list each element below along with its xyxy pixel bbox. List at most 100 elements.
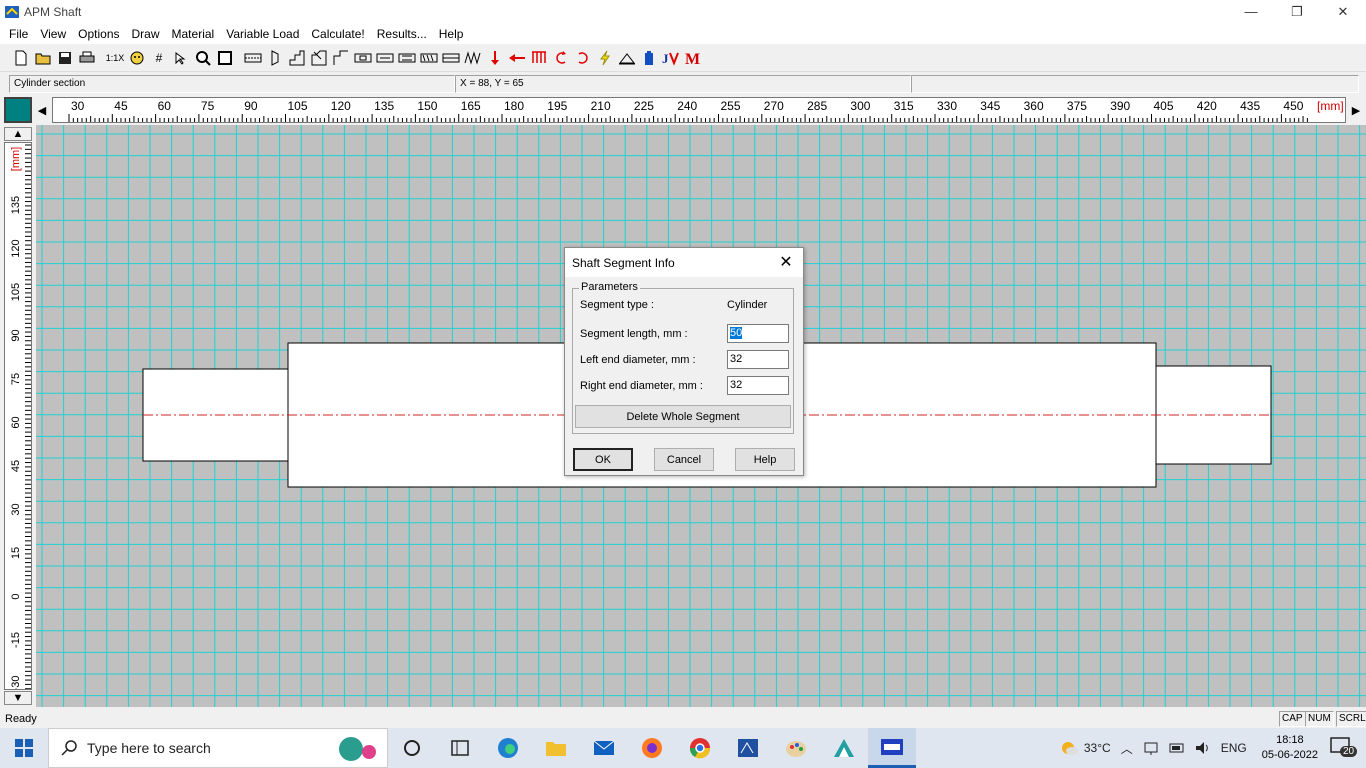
groove-icon[interactable] bbox=[330, 47, 352, 69]
menu-variable-load[interactable]: Variable Load bbox=[220, 27, 305, 41]
vertical-ruler: 135 120 105 90 75 60 45 30 15 0 -15 -30 [mm] bbox=[4, 142, 32, 691]
lightning-icon[interactable] bbox=[594, 47, 616, 69]
segment-length-input[interactable]: 50 bbox=[727, 324, 789, 343]
hruler-label: 135 bbox=[374, 99, 394, 113]
apm-shaft-taskbar-icon[interactable] bbox=[868, 728, 916, 768]
weather-temp[interactable]: 33°C bbox=[1084, 741, 1111, 755]
zoom-1x-icon[interactable]: 1:1X bbox=[104, 47, 126, 69]
menu-view[interactable]: View bbox=[34, 27, 72, 41]
menu-calculate[interactable]: Calculate! bbox=[305, 27, 370, 41]
moment-icon[interactable] bbox=[506, 47, 528, 69]
hruler-label: 60 bbox=[158, 99, 172, 113]
hruler-label: 150 bbox=[417, 99, 437, 113]
right-diameter-input[interactable]: 32 bbox=[727, 376, 789, 395]
save-icon[interactable] bbox=[54, 47, 76, 69]
calc-icon[interactable]: J bbox=[660, 47, 682, 69]
thread-icon[interactable] bbox=[396, 47, 418, 69]
notifications-count: 20 bbox=[1340, 746, 1358, 757]
gear-icon[interactable] bbox=[440, 47, 462, 69]
hruler-label: 270 bbox=[764, 99, 784, 113]
scroll-down-button[interactable]: ▼ bbox=[4, 691, 32, 705]
vruler-label: -30 bbox=[10, 676, 22, 689]
ruler-corner[interactable] bbox=[4, 97, 32, 123]
vruler-label: 90 bbox=[10, 329, 22, 341]
notifications-icon[interactable]: 20 bbox=[1328, 733, 1358, 763]
support-icon[interactable] bbox=[616, 47, 638, 69]
widgets-icon[interactable] bbox=[436, 728, 484, 768]
app-window-icon[interactable] bbox=[724, 728, 772, 768]
hole-icon[interactable] bbox=[462, 47, 484, 69]
toolbar: 1:1X # J M bbox=[0, 45, 1366, 72]
battery-icon[interactable] bbox=[1169, 740, 1185, 756]
select-icon[interactable] bbox=[170, 47, 192, 69]
torque-icon[interactable] bbox=[550, 47, 572, 69]
menu-draw[interactable]: Draw bbox=[126, 27, 166, 41]
start-button[interactable] bbox=[0, 728, 48, 768]
mail-icon[interactable] bbox=[580, 728, 628, 768]
chrome-icon[interactable] bbox=[676, 728, 724, 768]
firefox-icon[interactable] bbox=[628, 728, 676, 768]
edge-icon[interactable] bbox=[484, 728, 532, 768]
shaft-segment-dialog: Shaft Segment Info ✕ Parameters Segment … bbox=[564, 247, 804, 476]
volume-icon[interactable] bbox=[1195, 740, 1211, 756]
cylinder-icon[interactable] bbox=[242, 47, 264, 69]
spline-icon[interactable] bbox=[374, 47, 396, 69]
scroll-indicator: SCRL bbox=[1336, 711, 1366, 727]
segment-type-value: Cylinder bbox=[727, 299, 768, 311]
step-icon[interactable] bbox=[286, 47, 308, 69]
file-explorer-icon[interactable] bbox=[532, 728, 580, 768]
fit-icon[interactable] bbox=[214, 47, 236, 69]
clock[interactable]: 18:18 05-06-2022 bbox=[1262, 733, 1318, 763]
vruler-label: 0 bbox=[10, 593, 22, 599]
menu-material[interactable]: Material bbox=[166, 27, 221, 41]
network-icon[interactable] bbox=[1143, 740, 1159, 756]
ok-button[interactable]: OK bbox=[573, 448, 633, 471]
scroll-right-button[interactable]: ▶ bbox=[1348, 97, 1364, 123]
vertical-ruler-area: ▲ 135 120 105 90 75 60 45 30 15 0 -15 -30 [mm] ▼ bbox=[0, 125, 36, 707]
cancel-button[interactable]: Cancel bbox=[654, 448, 714, 471]
delete-segment-button[interactable]: Delete Whole Segment bbox=[575, 405, 791, 428]
keyway-icon[interactable] bbox=[352, 47, 374, 69]
chamfer-icon[interactable] bbox=[308, 47, 330, 69]
task-view-icon[interactable] bbox=[388, 728, 436, 768]
rotate-icon[interactable] bbox=[572, 47, 594, 69]
hruler-label: 195 bbox=[547, 99, 567, 113]
autocad-icon[interactable] bbox=[820, 728, 868, 768]
dialog-close-icon[interactable]: ✕ bbox=[777, 253, 795, 271]
new-file-icon[interactable] bbox=[10, 47, 32, 69]
search-box[interactable]: Type here to search bbox=[48, 728, 388, 768]
horizontal-ruler-area: ◀ 30 45 60 75 90 105 120 135 150 165 180 195 210 225 2… bbox=[0, 95, 1366, 125]
distributed-load-icon[interactable] bbox=[528, 47, 550, 69]
maximize-button[interactable]: ❐ bbox=[1274, 0, 1320, 23]
material-icon[interactable] bbox=[638, 47, 660, 69]
close-button[interactable]: ✕ bbox=[1320, 0, 1366, 23]
windows-icon bbox=[15, 739, 33, 757]
force-icon[interactable] bbox=[484, 47, 506, 69]
palette-icon[interactable] bbox=[126, 47, 148, 69]
paint-icon[interactable] bbox=[772, 728, 820, 768]
hruler-label: 90 bbox=[244, 99, 258, 113]
hruler-label: 315 bbox=[894, 99, 914, 113]
bearing-icon[interactable] bbox=[418, 47, 440, 69]
help-button[interactable]: Help bbox=[735, 448, 795, 471]
result-icon[interactable]: M bbox=[682, 47, 704, 69]
grid-icon[interactable]: # bbox=[148, 47, 170, 69]
vruler-label: 30 bbox=[10, 503, 22, 515]
title-bar: APM Shaft — ❐ ✕ bbox=[0, 0, 1366, 23]
menu-options[interactable]: Options bbox=[72, 27, 125, 41]
coords-panel: X = 88, Y = 65 bbox=[455, 75, 911, 93]
cone-icon[interactable] bbox=[264, 47, 286, 69]
scroll-left-button[interactable]: ◀ bbox=[34, 97, 50, 123]
language-indicator[interactable]: ENG bbox=[1221, 741, 1247, 755]
menu-file[interactable]: File bbox=[3, 27, 34, 41]
print-icon[interactable] bbox=[76, 47, 98, 69]
menu-help[interactable]: Help bbox=[433, 27, 470, 41]
scroll-up-button[interactable]: ▲ bbox=[4, 127, 32, 141]
menu-results[interactable]: Results... bbox=[371, 27, 433, 41]
chevron-up-icon[interactable]: ︿ bbox=[1121, 740, 1133, 757]
minimize-button[interactable]: — bbox=[1228, 0, 1274, 23]
zoom-icon[interactable] bbox=[192, 47, 214, 69]
left-diameter-input[interactable]: 32 bbox=[727, 350, 789, 369]
parameters-group: Parameters Segment type : Cylinder Segme… bbox=[572, 281, 794, 434]
open-folder-icon[interactable] bbox=[32, 47, 54, 69]
